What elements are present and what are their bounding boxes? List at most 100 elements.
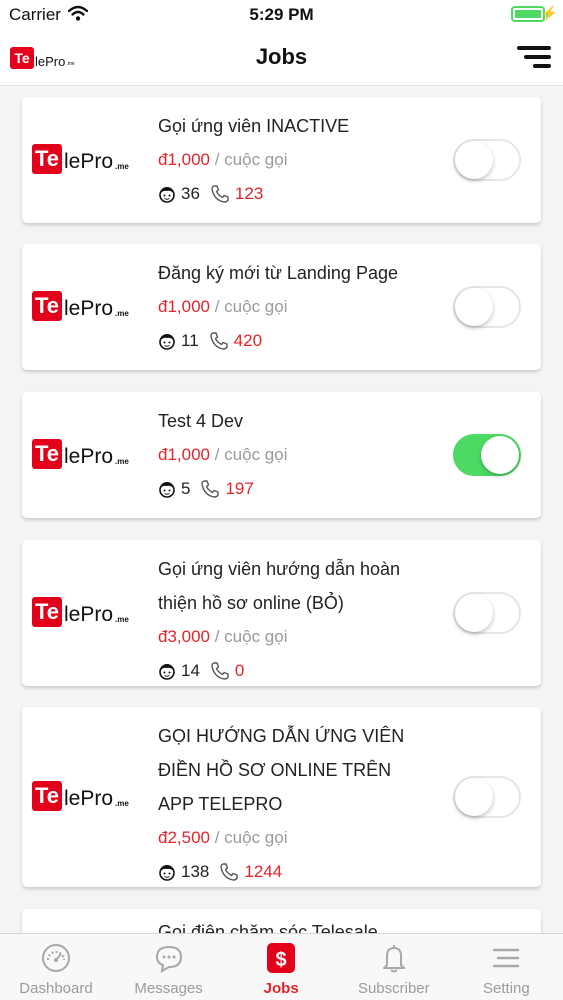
- job-price: đ3,000 / cuộc gọi: [158, 620, 451, 654]
- logo-badge: Te: [32, 597, 62, 627]
- job-active-toggle[interactable]: [453, 286, 521, 328]
- logo-text: lePro: [64, 787, 114, 810]
- charging-icon: ⚡: [540, 5, 558, 21]
- job-price: đ1,000 / cuộc gọi: [158, 143, 451, 177]
- job-title: thiện hồ sơ online (BỎ): [158, 593, 344, 613]
- job-stats: 5 197: [158, 472, 451, 506]
- job-price: đ2,500 / cuộc gọi: [158, 821, 451, 855]
- job-active-toggle[interactable]: [453, 434, 521, 476]
- agent-count: 14: [181, 661, 200, 680]
- tab-messages[interactable]: Messages: [113, 934, 225, 1000]
- job-title: Gọi ứng viên hướng dẫn hoàn: [158, 559, 401, 579]
- job-logo: Te lePro .me: [32, 291, 129, 321]
- tab-label: Messages: [134, 980, 203, 997]
- agent-icon: [158, 185, 176, 203]
- logo-badge: Te: [32, 439, 62, 469]
- toggle-knob: [455, 778, 493, 816]
- job-info: GỌI HƯỚNG DẪN ỨNG VIÊN ĐIỀN HỒ SƠ ONLINE …: [158, 719, 451, 889]
- logo-text: lePro: [64, 297, 114, 320]
- job-info: Đăng ký mới từ Landing Page đ1,000 / cuộc…: [158, 256, 451, 358]
- logo-suffix: .me: [115, 457, 129, 466]
- page-title: Jobs: [255, 44, 308, 69]
- job-logo: Te lePro .me: [32, 781, 129, 811]
- job-title: ĐIỀN HỒ SƠ ONLINE TRÊN: [158, 760, 392, 780]
- job-card[interactable]: Te lePro .me GỌI HƯỚNG DẪN ỨNG VIÊN ĐIỀN HỒ …: [22, 707, 541, 887]
- job-stats: 14 0: [158, 654, 451, 688]
- logo-text: lePro: [64, 603, 114, 626]
- tab-bar: Dashboard Messages $ Jobs Subscriber Setting: [0, 933, 563, 1000]
- job-card[interactable]: Gọi điện chăm sóc Telesale: [22, 909, 541, 933]
- logo-suffix: .me: [115, 799, 129, 808]
- job-active-toggle[interactable]: [453, 776, 521, 818]
- price-amount: đ1,000: [158, 445, 210, 464]
- tab-label: Subscriber: [357, 980, 430, 997]
- price-unit: / cuộc gọi: [210, 150, 288, 169]
- logo-suffix: .me: [115, 615, 129, 624]
- job-info: Gọi điện chăm sóc Telesale: [158, 915, 451, 933]
- job-title: Test 4 Dev: [158, 411, 244, 431]
- price-unit: / cuộc gọi: [210, 445, 288, 464]
- price-amount: đ3,000: [158, 627, 210, 646]
- job-title: GỌI HƯỚNG DẪN ỨNG VIÊN: [158, 726, 405, 746]
- job-card[interactable]: Te lePro .me Gọi ứng viên INACTIVE đ1,000 / …: [22, 97, 541, 223]
- agent-count: 138: [181, 862, 210, 881]
- toggle-knob: [455, 288, 493, 326]
- job-title: Gọi điện chăm sóc Telesale: [158, 922, 378, 933]
- tab-jobs[interactable]: $ Jobs: [225, 934, 337, 1000]
- chat-icon: [113, 942, 225, 976]
- job-info: Gọi ứng viên hướng dẫn hoàn thiện hồ sơ o…: [158, 552, 451, 688]
- tab-label: Dashboard: [19, 980, 93, 997]
- svg-text:$: $: [276, 949, 287, 971]
- job-active-toggle[interactable]: [453, 592, 521, 634]
- job-card[interactable]: Te lePro .me Đăng ký mới từ Landing Page đ1,…: [22, 244, 541, 370]
- job-card[interactable]: Te lePro .me Gọi ứng viên hướng dẫn hoàn thi…: [22, 540, 541, 686]
- phone-icon: [219, 862, 239, 882]
- job-logo: Te lePro .me: [32, 439, 129, 469]
- price-amount: đ2,500: [158, 828, 210, 847]
- job-stats: 11 420: [158, 324, 451, 358]
- agent-count: 11: [181, 331, 199, 350]
- logo-suffix: .me: [115, 162, 129, 171]
- call-count: 1244: [244, 862, 283, 881]
- job-info: Test 4 Dev đ1,000 / cuộc gọi 5 197: [158, 404, 451, 506]
- tab-label: Setting: [483, 980, 530, 997]
- job-logo: Te lePro .me: [32, 597, 129, 627]
- agent-count: 5: [181, 479, 191, 498]
- phone-icon: [210, 661, 230, 681]
- logo-badge: Te: [32, 144, 62, 174]
- agent-icon: [158, 332, 176, 350]
- phone-icon: [200, 479, 220, 499]
- price-unit: / cuộc gọi: [210, 828, 288, 847]
- nav-bar: Te lePro .me Jobs: [0, 30, 563, 86]
- tab-label: Jobs: [263, 980, 299, 997]
- toggle-knob: [455, 141, 493, 179]
- call-count: 0: [234, 661, 245, 680]
- agent-icon: [158, 480, 176, 498]
- job-title: Đăng ký mới từ Landing Page: [158, 263, 398, 283]
- agent-count: 36: [181, 184, 200, 203]
- job-active-toggle[interactable]: [453, 139, 521, 181]
- job-title: APP TELEPRO: [158, 794, 283, 814]
- logo-text: lePro: [64, 150, 114, 173]
- tab-setting[interactable]: Setting: [450, 934, 562, 1000]
- gauge-icon: [0, 942, 112, 976]
- status-bar: Carrier 5:29 PM ⚡: [0, 0, 563, 30]
- job-price: đ1,000 / cuộc gọi: [158, 438, 451, 472]
- tab-subscriber[interactable]: Subscriber: [338, 934, 450, 1000]
- price-amount: đ1,000: [158, 150, 210, 169]
- dollar-icon: $: [225, 942, 337, 976]
- agent-icon: [158, 863, 176, 881]
- call-count: 197: [225, 479, 254, 498]
- job-stats: 138 1244: [158, 855, 451, 889]
- toggle-knob: [455, 594, 493, 632]
- tab-dashboard[interactable]: Dashboard: [0, 934, 112, 1000]
- toggle-knob: [481, 436, 519, 474]
- job-list[interactable]: Te lePro .me Gọi ứng viên INACTIVE đ1,000 / …: [0, 87, 563, 933]
- job-info: Gọi ứng viên INACTIVE đ1,000 / cuộc gọi 36…: [158, 109, 451, 211]
- job-price: đ1,000 / cuộc gọi: [158, 290, 451, 324]
- phone-icon: [210, 184, 230, 204]
- logo-suffix: .me: [115, 309, 129, 318]
- filter-icon[interactable]: [517, 44, 551, 70]
- job-card[interactable]: Te lePro .me Test 4 Dev đ1,000 / cuộc gọi 5 19…: [22, 392, 541, 518]
- phone-icon: [209, 331, 229, 351]
